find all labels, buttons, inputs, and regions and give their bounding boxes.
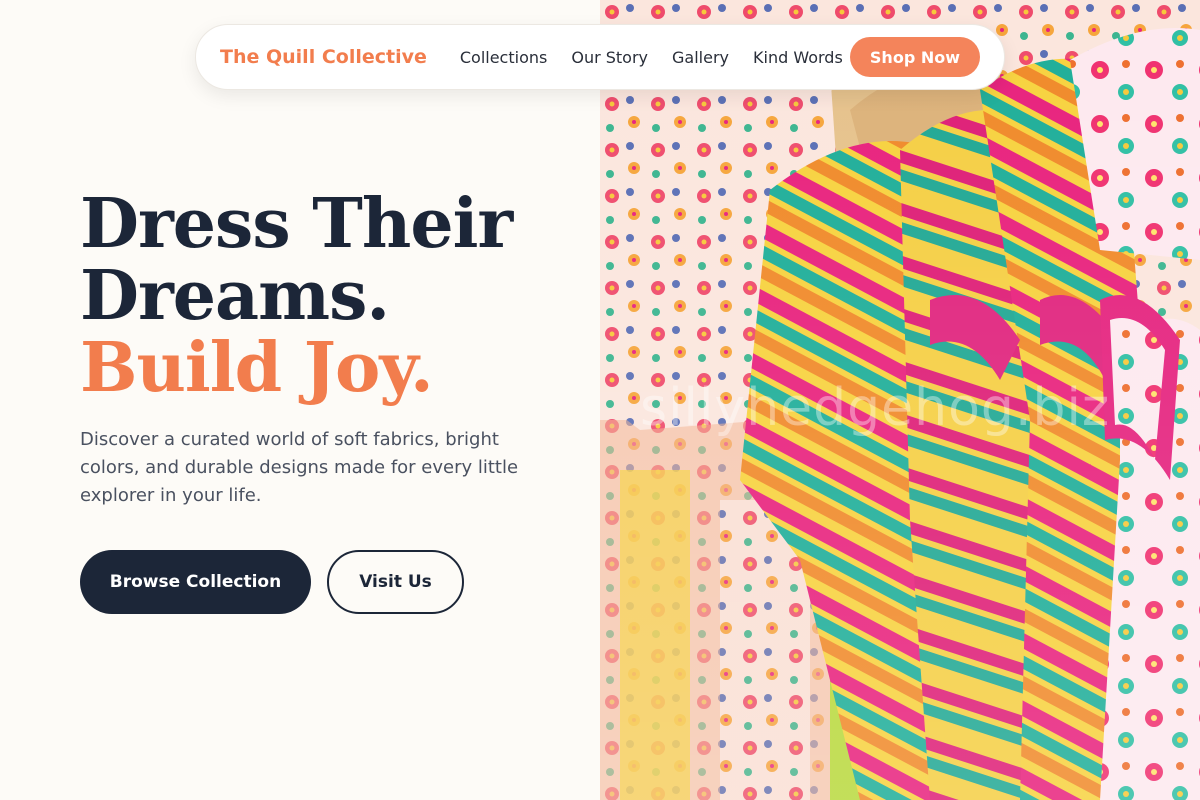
nav-links: Collections Our Story Gallery Kind Words bbox=[460, 48, 843, 67]
nav-link-our-story[interactable]: Our Story bbox=[571, 48, 648, 67]
watermark-text: sillyhedgehog.biz bbox=[640, 378, 1111, 438]
visit-us-button[interactable]: Visit Us bbox=[327, 550, 464, 614]
headline-line-1: Dress Their bbox=[80, 184, 513, 264]
browse-collection-button[interactable]: Browse Collection bbox=[80, 550, 311, 614]
nav-link-kind-words[interactable]: Kind Words bbox=[753, 48, 843, 67]
headline-line-2: Dreams. bbox=[80, 256, 390, 336]
nav-link-gallery[interactable]: Gallery bbox=[672, 48, 729, 67]
nav-link-collections[interactable]: Collections bbox=[460, 48, 547, 67]
hero-description: Discover a curated world of soft fabrics… bbox=[80, 429, 519, 506]
brand-logo[interactable]: The Quill Collective bbox=[220, 46, 427, 68]
hero-headline: Dress Their Dreams. Build Joy. bbox=[80, 184, 513, 408]
shop-now-button[interactable]: Shop Now bbox=[849, 37, 980, 77]
headline-accent-line: Build Joy. bbox=[80, 328, 434, 408]
top-navigation: The Quill Collective Collections Our Sto… bbox=[195, 24, 1005, 90]
